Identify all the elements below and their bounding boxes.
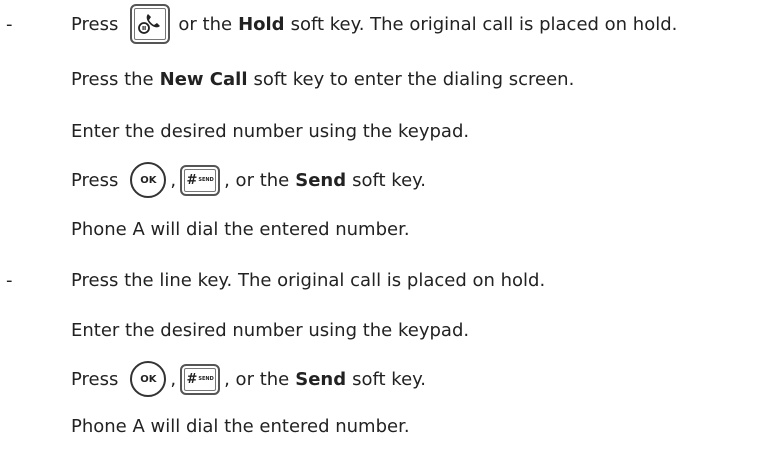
text-or-the: or the — [178, 13, 233, 35]
text-hold-rest: soft key. The original call is placed on… — [290, 13, 678, 35]
step-newcall-line: Press the New Call soft key to enter the… — [71, 62, 574, 96]
text-or-the: , or the — [224, 169, 290, 191]
text-press: Press — [71, 169, 119, 191]
ok-key-icon: OK — [130, 162, 167, 198]
text-newcall-rest: soft key to enter the dialing screen. — [253, 68, 575, 90]
send-key-icon: # SEND — [180, 363, 221, 395]
step2-press-ok-line: Press OK , # SEND , or the Send soft key. — [71, 361, 426, 397]
text-comma: , — [170, 368, 177, 390]
new-call-label: New Call — [159, 68, 248, 90]
ok-key-icon: OK — [130, 361, 167, 397]
step-linekey-line: Press the line key. The original call is… — [71, 263, 545, 297]
text-press: Press — [71, 368, 119, 390]
step-enter-line: Enter the desired number using the keypa… — [71, 114, 469, 148]
text-line-key: Press the line key. The original call is… — [71, 269, 546, 291]
text-soft-key: soft key. — [352, 368, 426, 390]
bullet-dash: - — [6, 270, 13, 291]
step2-enter-line: Enter the desired number using the keypa… — [71, 313, 469, 347]
text-comma: , — [170, 169, 177, 191]
step-hold-line: Press or the Hold soft key. The original… — [71, 4, 678, 44]
step-press-ok-line: Press OK , # SEND , or the Send soft key. — [71, 162, 426, 198]
bullet-dash: - — [6, 14, 13, 35]
text-press-the: Press the — [71, 68, 154, 90]
text-soft-key: soft key. — [352, 169, 426, 191]
text-dial: Phone A will dial the entered number. — [71, 218, 410, 240]
send-key-icon: # SEND — [180, 164, 221, 196]
hold-key-icon — [130, 4, 171, 44]
text-or-the: , or the — [224, 368, 290, 390]
step2-dial-line: Phone A will dial the entered number. — [71, 409, 410, 443]
text-enter: Enter the desired number using the keypa… — [71, 120, 470, 142]
send-label: Send — [295, 169, 347, 191]
hold-label: Hold — [238, 13, 285, 35]
text-enter: Enter the desired number using the keypa… — [71, 319, 470, 341]
step-dial-line: Phone A will dial the entered number. — [71, 212, 410, 246]
text-dial: Phone A will dial the entered number. — [71, 415, 410, 437]
send-label: Send — [295, 368, 347, 390]
text-press: Press — [71, 13, 119, 35]
